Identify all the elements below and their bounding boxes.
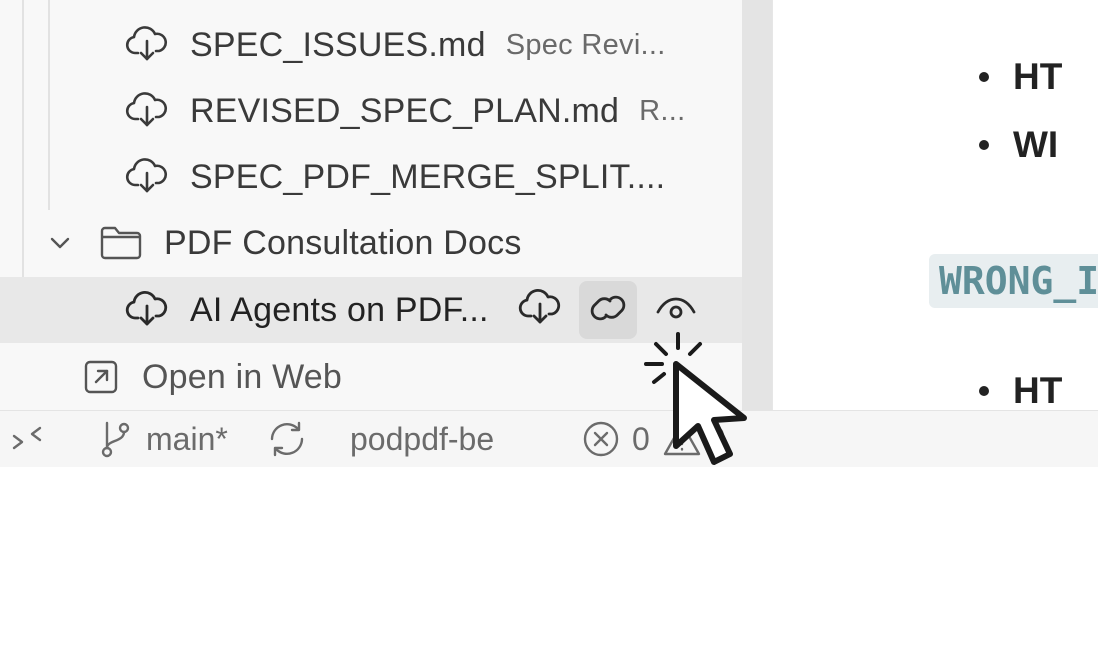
error-count: 0 <box>632 420 650 457</box>
sidebar-scrollbar[interactable] <box>742 0 772 410</box>
tree-item-name: AI Agents on PDF... <box>190 290 489 329</box>
open-in-web-link[interactable]: Open in Web <box>0 344 742 410</box>
warning-count: 0 <box>707 420 726 457</box>
sync-icon <box>266 419 308 459</box>
inline-actions <box>511 281 705 339</box>
status-bar: main* podpdf-be 0 0 <box>0 410 1098 467</box>
list-item: WI <box>978 124 1059 165</box>
sync-button[interactable] <box>266 411 308 467</box>
error-icon <box>582 420 620 458</box>
eye-icon <box>654 288 698 333</box>
branch-button[interactable]: main* <box>98 411 228 467</box>
tree-folder-pdf-consultation-docs[interactable]: PDF Consultation Docs <box>0 210 742 276</box>
tree-item-ai-agents-on-pdf[interactable]: AI Agents on PDF... <box>0 277 742 343</box>
tree-item-spec-pdf-merge-split[interactable]: SPEC_PDF_MERGE_SPLIT.... <box>0 144 742 210</box>
inline-code: WRONG_I <box>929 254 1098 308</box>
folder-name: PDF Consultation Docs <box>164 223 522 262</box>
warning-icon <box>662 421 702 457</box>
link-action-button[interactable] <box>578 281 637 339</box>
cloud-download-icon <box>124 22 170 68</box>
preview-action-button[interactable] <box>647 281 705 339</box>
cloud-download-icon <box>124 88 170 134</box>
open-in-web-label: Open in Web <box>142 357 343 396</box>
branch-name: main* <box>146 420 228 457</box>
cloud-download-icon <box>518 288 562 333</box>
remote-icon <box>10 422 44 456</box>
download-action-button[interactable] <box>511 281 569 339</box>
problems-button[interactable]: 0 0 <box>582 411 726 467</box>
tree-item-revised-spec-plan[interactable]: REVISED_SPEC_PLAN.md R... <box>0 78 742 144</box>
project-name[interactable]: podpdf-be <box>350 411 494 467</box>
remote-indicator-button[interactable] <box>10 411 44 467</box>
folder-icon <box>98 220 144 266</box>
tree-item-name: REVISED_SPEC_PLAN.md <box>190 91 620 130</box>
tree-item-description: Spec Revi... <box>505 28 666 61</box>
cloud-download-icon <box>124 154 170 200</box>
editor-pane[interactable]: HT WI WRONG_I HT <box>773 0 1098 410</box>
list-item: HT <box>978 56 1063 97</box>
list-item: HT <box>978 370 1063 410</box>
tree-item-spec-issues[interactable]: SPEC_ISSUES.md Spec Revi... <box>0 12 742 78</box>
link-icon <box>586 288 630 333</box>
cloud-download-icon <box>124 287 170 333</box>
git-branch-icon <box>98 419 134 459</box>
external-link-icon <box>78 354 124 400</box>
explorer-sidebar: SPEC_ISSUES.md Spec Revi... REVISED_SPEC… <box>0 0 742 410</box>
tree-item-description: R... <box>639 94 686 127</box>
tree-item-name: SPEC_ISSUES.md <box>190 25 486 64</box>
tree-item-name: SPEC_PDF_MERGE_SPLIT.... <box>190 157 666 196</box>
chevron-down-icon[interactable] <box>42 220 78 266</box>
